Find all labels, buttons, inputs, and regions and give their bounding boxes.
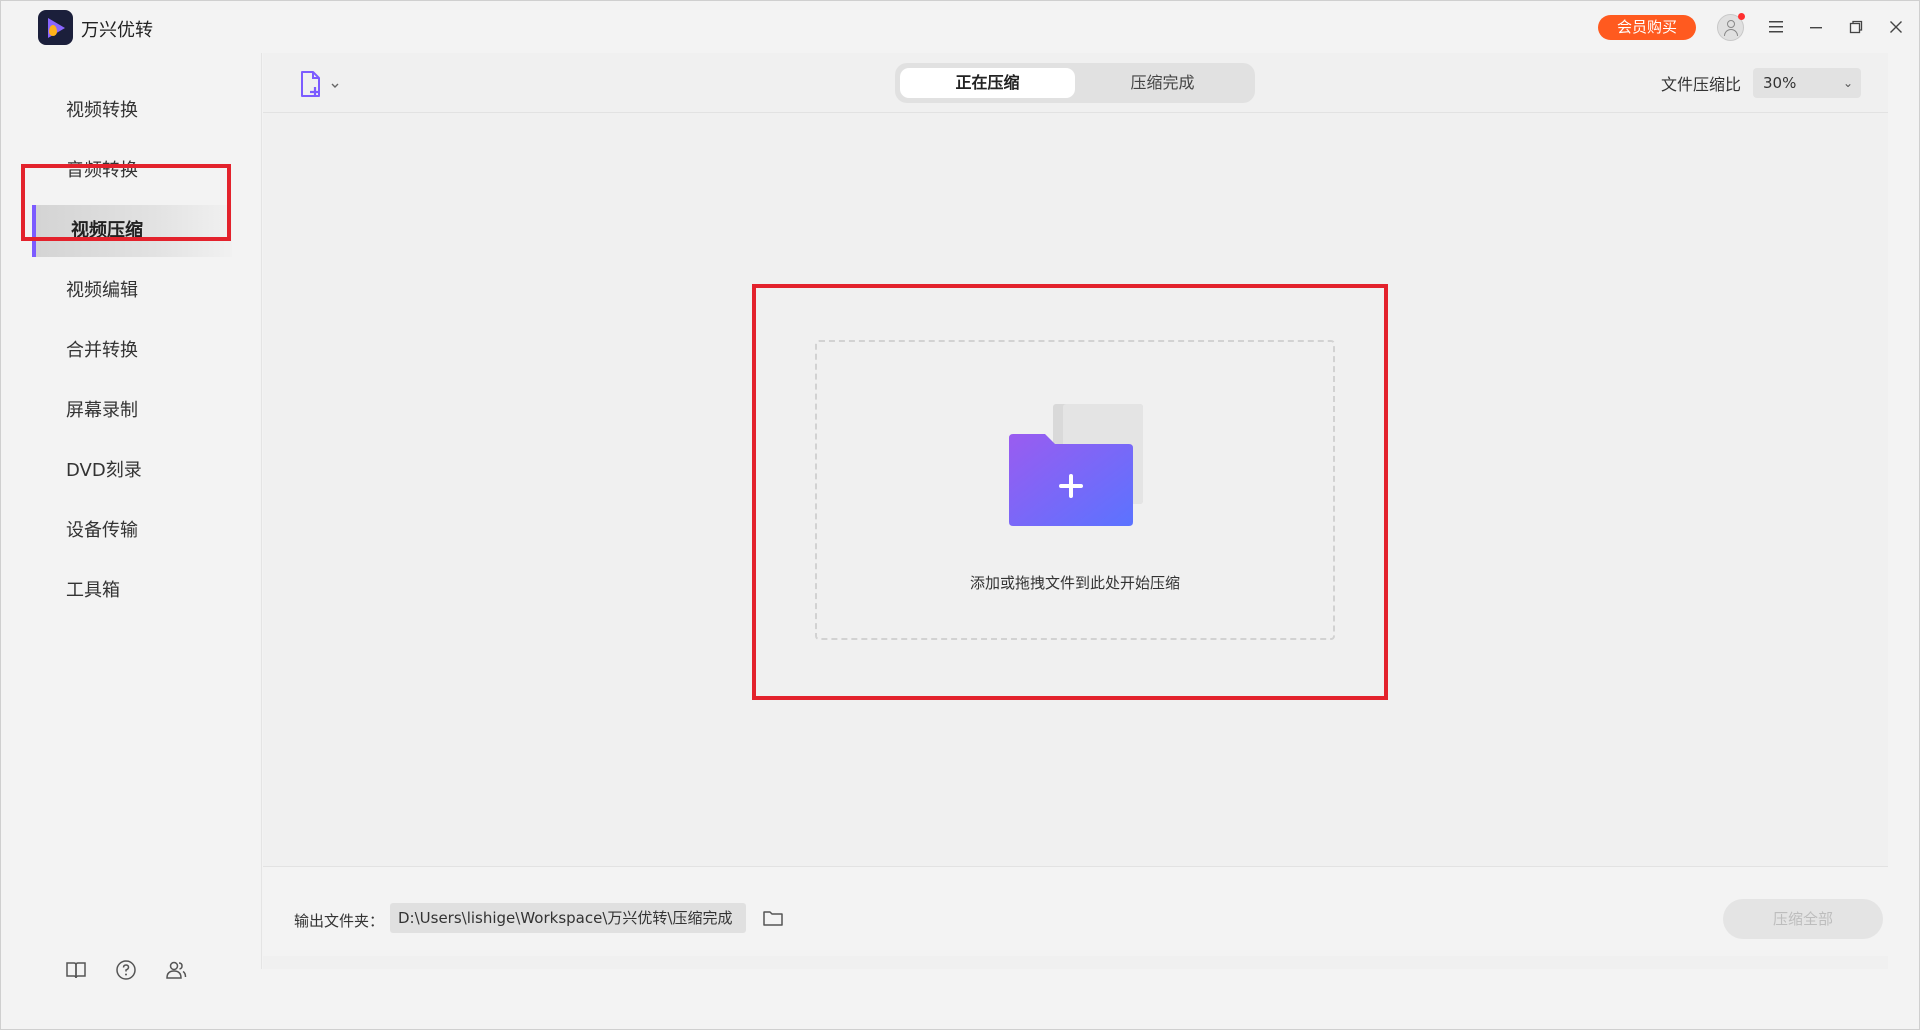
app-title: 万兴优转: [81, 20, 153, 41]
sidebar-item-video-edit[interactable]: 视频编辑: [2, 265, 262, 317]
compression-ratio-label: 文件压缩比: [1661, 75, 1742, 94]
vip-purchase-button[interactable]: 会员购买: [1598, 15, 1696, 40]
restore-icon[interactable]: [1841, 13, 1871, 41]
book-icon[interactable]: [64, 958, 92, 986]
minimize-icon[interactable]: [1801, 13, 1831, 41]
users-icon[interactable]: [164, 958, 192, 986]
sidebar-item-video-convert[interactable]: 视频转换: [2, 85, 262, 137]
main-panel: 正在压缩 压缩完成 文件压缩比 30% ⌄ 添加或拖拽文件到此处开始压缩 输出文…: [263, 53, 1888, 969]
file-drop-zone[interactable]: 添加或拖拽文件到此处开始压缩: [815, 340, 1335, 640]
output-folder-label: 输出文件夹：: [294, 912, 385, 930]
sidebar-item-dvd-burn[interactable]: DVD刻录: [2, 445, 262, 497]
sidebar-item-merge[interactable]: 合并转换: [2, 325, 262, 377]
output-folder-path[interactable]: D:\Users\lishige\Workspace\万兴优转\压缩完成: [390, 903, 746, 933]
drop-zone-hint: 添加或拖拽文件到此处开始压缩: [969, 574, 1180, 592]
add-folder-icon: [1009, 404, 1144, 526]
toolbar: 正在压缩 压缩完成 文件压缩比 30% ⌄: [263, 53, 1888, 113]
sidebar-item-screen-record[interactable]: 屏幕录制: [2, 385, 262, 437]
title-bar: 万兴优转 会员购买: [1, 1, 1919, 53]
app-window: 万兴优转 会员购买 视频转换 音频转换 视频压缩 视频编辑 合并转换 屏幕录制 …: [0, 0, 1920, 1030]
compress-all-button[interactable]: 压缩全部: [1723, 899, 1883, 939]
sidebar-item-audio-convert[interactable]: 音频转换: [2, 145, 262, 197]
bottom-bar: 输出文件夹： D:\Users\lishige\Workspace\万兴优转\压…: [263, 866, 1888, 956]
menu-icon[interactable]: [1761, 13, 1791, 41]
add-file-button[interactable]: [297, 70, 347, 100]
help-icon[interactable]: [114, 958, 142, 986]
chevron-down-icon: ⌄: [1842, 76, 1853, 90]
folder-icon[interactable]: [761, 907, 785, 929]
tab-compressing[interactable]: 正在压缩: [900, 68, 1075, 98]
sidebar-item-video-compress[interactable]: 视频压缩: [32, 205, 232, 257]
close-icon[interactable]: [1881, 13, 1911, 41]
app-logo: [38, 10, 73, 45]
compress-tab-switch: 正在压缩 压缩完成: [895, 63, 1255, 103]
compression-ratio-select[interactable]: 30% ⌄: [1753, 68, 1861, 98]
sidebar-item-device-transfer[interactable]: 设备传输: [2, 505, 262, 557]
tab-compressed[interactable]: 压缩完成: [1075, 68, 1250, 98]
user-avatar[interactable]: [1717, 13, 1745, 41]
sidebar: 视频转换 音频转换 视频压缩 视频编辑 合并转换 屏幕录制 DVD刻录 设备传输…: [2, 53, 262, 980]
notification-dot: [1738, 13, 1745, 20]
compression-ratio-value: 30%: [1763, 74, 1797, 92]
sidebar-item-toolbox[interactable]: 工具箱: [2, 565, 262, 617]
